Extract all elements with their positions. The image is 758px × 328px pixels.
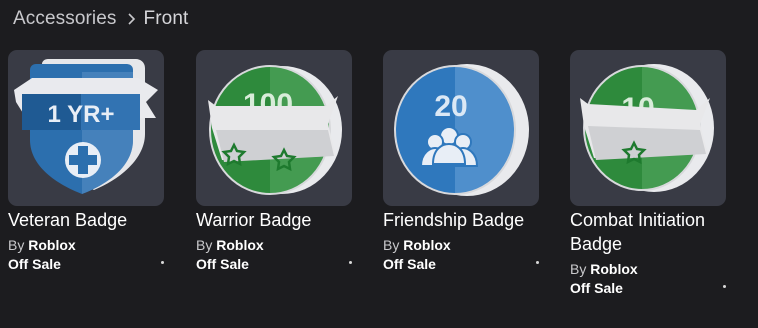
breadcrumb-front: Front	[143, 8, 189, 29]
dot-icon	[161, 261, 164, 264]
creator-link[interactable]: Roblox	[590, 261, 637, 277]
item-thumbnail[interactable]: 1 YR+	[8, 50, 164, 206]
friendship-badge-icon: 20	[394, 64, 529, 196]
item-thumbnail[interactable]: 10	[570, 50, 726, 206]
item-thumbnail[interactable]: 100	[196, 50, 352, 206]
creator-by-label: By	[383, 237, 400, 253]
creator-link[interactable]: Roblox	[216, 237, 263, 253]
veteran-badge-icon: 1 YR+	[14, 59, 158, 194]
dot-icon	[723, 285, 726, 288]
item-name[interactable]: Veteran Badge	[8, 208, 166, 232]
breadcrumb: Accessories Front	[13, 8, 188, 30]
item-card-veteran-badge[interactable]: 1 YR+ Veteran Badge By Roblox Off Sale	[8, 50, 168, 274]
combat-initiation-badge-icon: 10	[580, 64, 714, 192]
warrior-badge-icon: 100	[208, 65, 342, 195]
creator-by-label: By	[196, 237, 213, 253]
svg-text:20: 20	[434, 90, 467, 123]
chevron-right-icon	[127, 12, 136, 26]
item-creator: By Roblox	[383, 236, 543, 255]
creator-link[interactable]: Roblox	[403, 237, 450, 253]
item-card-friendship-badge[interactable]: 20 Friendship Badge By Roblox Off Sale	[383, 50, 543, 274]
item-creator: By Roblox	[570, 260, 730, 279]
off-sale-label: Off Sale	[8, 256, 61, 272]
catalog-page: Accessories Front 1 YR+ Veteran Badge By…	[0, 0, 758, 328]
creator-link[interactable]: Roblox	[28, 237, 75, 253]
off-sale-label: Off Sale	[383, 256, 436, 272]
item-card-warrior-badge[interactable]: 100 Warrior Badge By Roblox Off Sale	[196, 50, 356, 274]
item-price-status: Off Sale	[8, 255, 166, 274]
item-price-status: Off Sale	[570, 279, 728, 298]
dot-icon	[536, 261, 539, 264]
item-creator: By Roblox	[8, 236, 168, 255]
dot-icon	[349, 261, 352, 264]
item-thumbnail[interactable]: 20	[383, 50, 539, 206]
off-sale-label: Off Sale	[196, 256, 249, 272]
off-sale-label: Off Sale	[570, 280, 623, 296]
item-creator: By Roblox	[196, 236, 356, 255]
svg-text:1 YR+: 1 YR+	[48, 101, 115, 128]
item-name[interactable]: Friendship Badge	[383, 208, 541, 232]
item-card-combat-initiation-badge[interactable]: 10 Combat Initiation Badge By Roblox Off…	[570, 50, 730, 298]
creator-by-label: By	[570, 261, 587, 277]
item-name[interactable]: Combat Initiation Badge	[570, 208, 728, 256]
item-name[interactable]: Warrior Badge	[196, 208, 354, 232]
item-price-status: Off Sale	[383, 255, 541, 274]
creator-by-label: By	[8, 237, 25, 253]
breadcrumb-accessories[interactable]: Accessories	[13, 8, 117, 30]
item-price-status: Off Sale	[196, 255, 354, 274]
